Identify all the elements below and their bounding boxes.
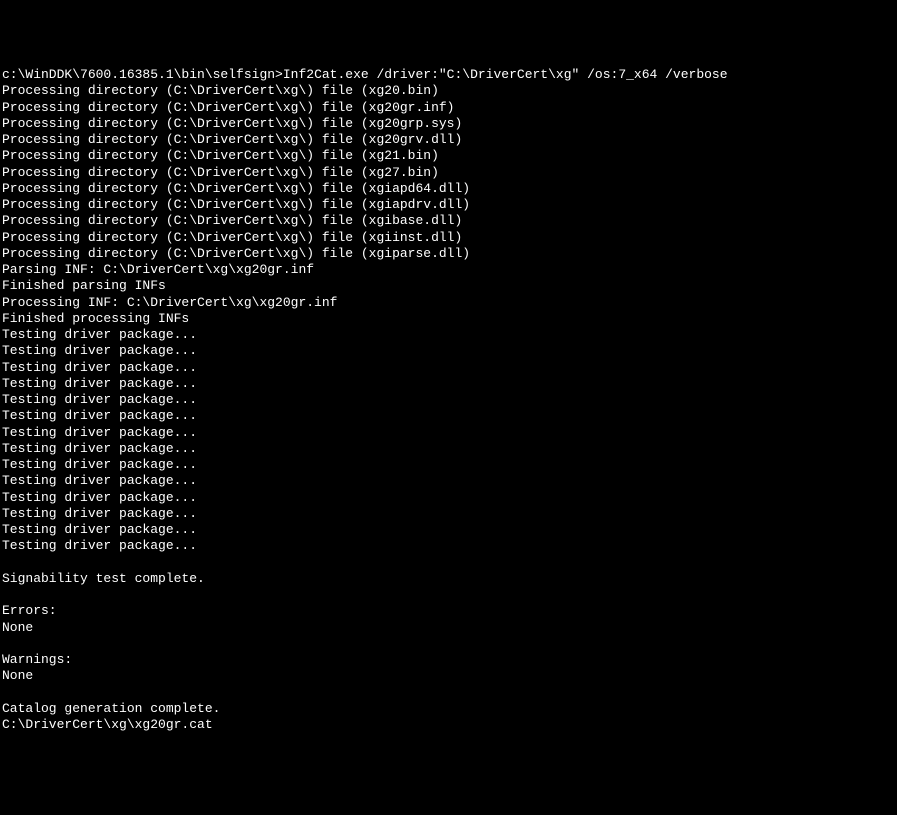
testing-driver-line: Testing driver package... xyxy=(2,376,895,392)
processing-file-line: Processing directory (C:\DriverCert\xg\)… xyxy=(2,116,895,132)
processing-file-line: Processing directory (C:\DriverCert\xg\)… xyxy=(2,148,895,164)
testing-driver-line: Testing driver package... xyxy=(2,343,895,359)
processing-inf-line: Processing INF: C:\DriverCert\xg\xg20gr.… xyxy=(2,295,895,311)
errors-value-line: None xyxy=(2,620,895,636)
prompt: c:\WinDDK\7600.16385.1\bin\selfsign> xyxy=(2,67,283,82)
testing-driver-line: Testing driver package... xyxy=(2,522,895,538)
testing-driver-line: Testing driver package... xyxy=(2,327,895,343)
blank-line xyxy=(2,685,895,701)
testing-driver-line: Testing driver package... xyxy=(2,506,895,522)
warnings-label-line: Warnings: xyxy=(2,652,895,668)
catalog-complete-line: Catalog generation complete. xyxy=(2,701,895,717)
testing-driver-line: Testing driver package... xyxy=(2,441,895,457)
finished-processing-line: Finished processing INFs xyxy=(2,311,895,327)
processing-file-line: Processing directory (C:\DriverCert\xg\)… xyxy=(2,230,895,246)
testing-driver-line: Testing driver package... xyxy=(2,392,895,408)
finished-parsing-line: Finished parsing INFs xyxy=(2,278,895,294)
blank-line xyxy=(2,555,895,571)
testing-driver-line: Testing driver package... xyxy=(2,408,895,424)
processing-file-line: Processing directory (C:\DriverCert\xg\)… xyxy=(2,165,895,181)
command-text: Inf2Cat.exe /driver:"C:\DriverCert\xg" /… xyxy=(283,67,728,82)
processing-file-line: Processing directory (C:\DriverCert\xg\)… xyxy=(2,83,895,99)
processing-file-line: Processing directory (C:\DriverCert\xg\)… xyxy=(2,181,895,197)
processing-file-line: Processing directory (C:\DriverCert\xg\)… xyxy=(2,197,895,213)
errors-label-line: Errors: xyxy=(2,603,895,619)
catalog-path-line: C:\DriverCert\xg\xg20gr.cat xyxy=(2,717,895,733)
signability-complete-line: Signability test complete. xyxy=(2,571,895,587)
testing-driver-line: Testing driver package... xyxy=(2,360,895,376)
processing-file-line: Processing directory (C:\DriverCert\xg\)… xyxy=(2,213,895,229)
testing-driver-line: Testing driver package... xyxy=(2,457,895,473)
processing-file-line: Processing directory (C:\DriverCert\xg\)… xyxy=(2,246,895,262)
parsing-inf-line: Parsing INF: C:\DriverCert\xg\xg20gr.inf xyxy=(2,262,895,278)
blank-line xyxy=(2,636,895,652)
testing-driver-line: Testing driver package... xyxy=(2,490,895,506)
testing-driver-line: Testing driver package... xyxy=(2,538,895,554)
processing-file-line: Processing directory (C:\DriverCert\xg\)… xyxy=(2,100,895,116)
testing-driver-line: Testing driver package... xyxy=(2,425,895,441)
testing-driver-line: Testing driver package... xyxy=(2,473,895,489)
terminal-output[interactable]: c:\WinDDK\7600.16385.1\bin\selfsign>Inf2… xyxy=(2,67,895,734)
blank-line xyxy=(2,587,895,603)
processing-file-line: Processing directory (C:\DriverCert\xg\)… xyxy=(2,132,895,148)
command-line: c:\WinDDK\7600.16385.1\bin\selfsign>Inf2… xyxy=(2,67,895,83)
